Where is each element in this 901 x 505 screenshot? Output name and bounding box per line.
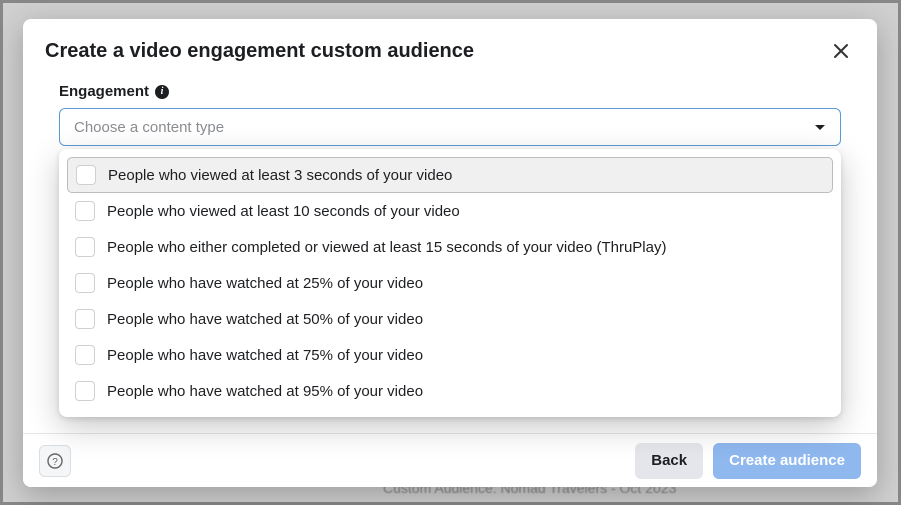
svg-text:?: ? [52, 457, 58, 468]
option-label: People who have watched at 95% of your v… [107, 383, 423, 400]
option-label: People who have watched at 50% of your v… [107, 311, 423, 328]
option-checkbox[interactable] [75, 345, 95, 365]
modal-header: Create a video engagement custom audienc… [23, 19, 877, 73]
content-type-select[interactable]: Choose a content type [59, 108, 841, 146]
option-label: People who either completed or viewed at… [107, 239, 666, 256]
dropdown-option[interactable]: People who viewed at least 10 seconds of… [67, 193, 833, 229]
option-checkbox[interactable] [75, 201, 95, 221]
close-button[interactable] [827, 37, 855, 65]
option-label: People who have watched at 75% of your v… [107, 347, 423, 364]
modal-title: Create a video engagement custom audienc… [45, 40, 474, 63]
help-icon: ? [47, 453, 63, 469]
dropdown-option[interactable]: People who have watched at 95% of your v… [67, 373, 833, 409]
dropdown-option[interactable]: People who have watched at 25% of your v… [67, 265, 833, 301]
option-checkbox[interactable] [76, 165, 96, 185]
close-icon [832, 42, 850, 60]
option-label: People who viewed at least 3 seconds of … [108, 167, 452, 184]
option-checkbox[interactable] [75, 237, 95, 257]
modal-dialog: Create a video engagement custom audienc… [23, 19, 877, 487]
option-checkbox[interactable] [75, 381, 95, 401]
option-checkbox[interactable] [75, 273, 95, 293]
option-checkbox[interactable] [75, 309, 95, 329]
field-label-text: Engagement [59, 83, 149, 100]
engagement-field-label: Engagement i [59, 83, 841, 100]
dropdown-option[interactable]: People who viewed at least 3 seconds of … [67, 157, 833, 193]
select-placeholder: Choose a content type [74, 119, 224, 136]
option-label: People who have watched at 25% of your v… [107, 275, 423, 292]
caret-down-icon [814, 119, 826, 136]
dropdown-option[interactable]: People who have watched at 50% of your v… [67, 301, 833, 337]
content-type-dropdown: People who viewed at least 3 seconds of … [59, 149, 841, 417]
help-button[interactable]: ? [39, 445, 71, 477]
back-button[interactable]: Back [635, 443, 703, 479]
dropdown-option[interactable]: People who either completed or viewed at… [67, 229, 833, 265]
modal-body: Engagement i Choose a content type Peopl… [23, 73, 877, 433]
dropdown-option[interactable]: People who have watched at 75% of your v… [67, 337, 833, 373]
option-label: People who viewed at least 10 seconds of… [107, 203, 460, 220]
modal-footer: ? Back Create audience [23, 433, 877, 487]
create-audience-button[interactable]: Create audience [713, 443, 861, 479]
info-icon[interactable]: i [155, 85, 169, 99]
